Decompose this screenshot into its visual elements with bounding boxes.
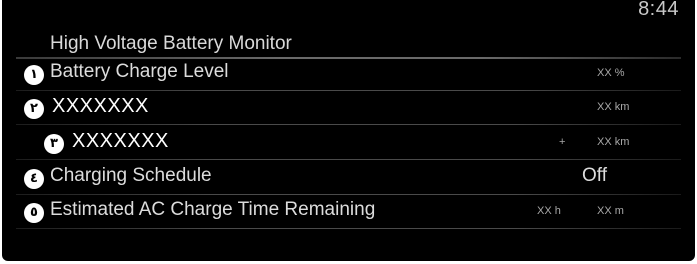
row-divider (16, 90, 681, 91)
row-divider (16, 159, 681, 160)
number-badge-4: ٤ (24, 169, 44, 189)
row-label: XXXXXXX (52, 95, 149, 117)
menu-row-estimated-ac-charge-time[interactable]: ٥ Estimated AC Charge Time Remaining XX … (16, 197, 681, 229)
menu-row-battery-charge-level[interactable]: ١ Battery Charge Level XX % (16, 59, 681, 91)
row-divider (16, 194, 681, 195)
row-value-minutes: XX m (597, 205, 624, 217)
battery-monitor-screen: 8:44 High Voltage Battery Monitor ١ Batt… (2, 0, 695, 261)
row-label: Battery Charge Level (50, 61, 229, 82)
row-value: XX % (597, 67, 625, 79)
page-title: High Voltage Battery Monitor (50, 33, 292, 54)
row-value-prefix: + (559, 136, 566, 148)
row-value: XX km (597, 136, 630, 148)
menu-row-additional-range[interactable]: ٣ XXXXXXX + XX km (16, 128, 681, 160)
number-badge-5: ٥ (24, 203, 44, 223)
row-value: Off (582, 165, 607, 186)
clock: 8:44 (638, 0, 679, 20)
menu-row-range[interactable]: ٢ XXXXXXX XX km (16, 93, 681, 125)
number-badge-3: ٣ (44, 134, 64, 154)
menu-row-charging-schedule[interactable]: ٤ Charging Schedule Off (16, 163, 681, 195)
row-divider (16, 228, 681, 229)
row-value: XX km (597, 101, 630, 113)
row-label: Estimated AC Charge Time Remaining (50, 199, 376, 220)
row-label: Charging Schedule (50, 165, 212, 186)
number-badge-2: ٢ (24, 99, 44, 119)
number-badge-1: ١ (24, 65, 44, 85)
row-divider (16, 124, 681, 125)
row-value-hours: XX h (537, 205, 561, 217)
row-label: XXXXXXX (72, 130, 169, 152)
